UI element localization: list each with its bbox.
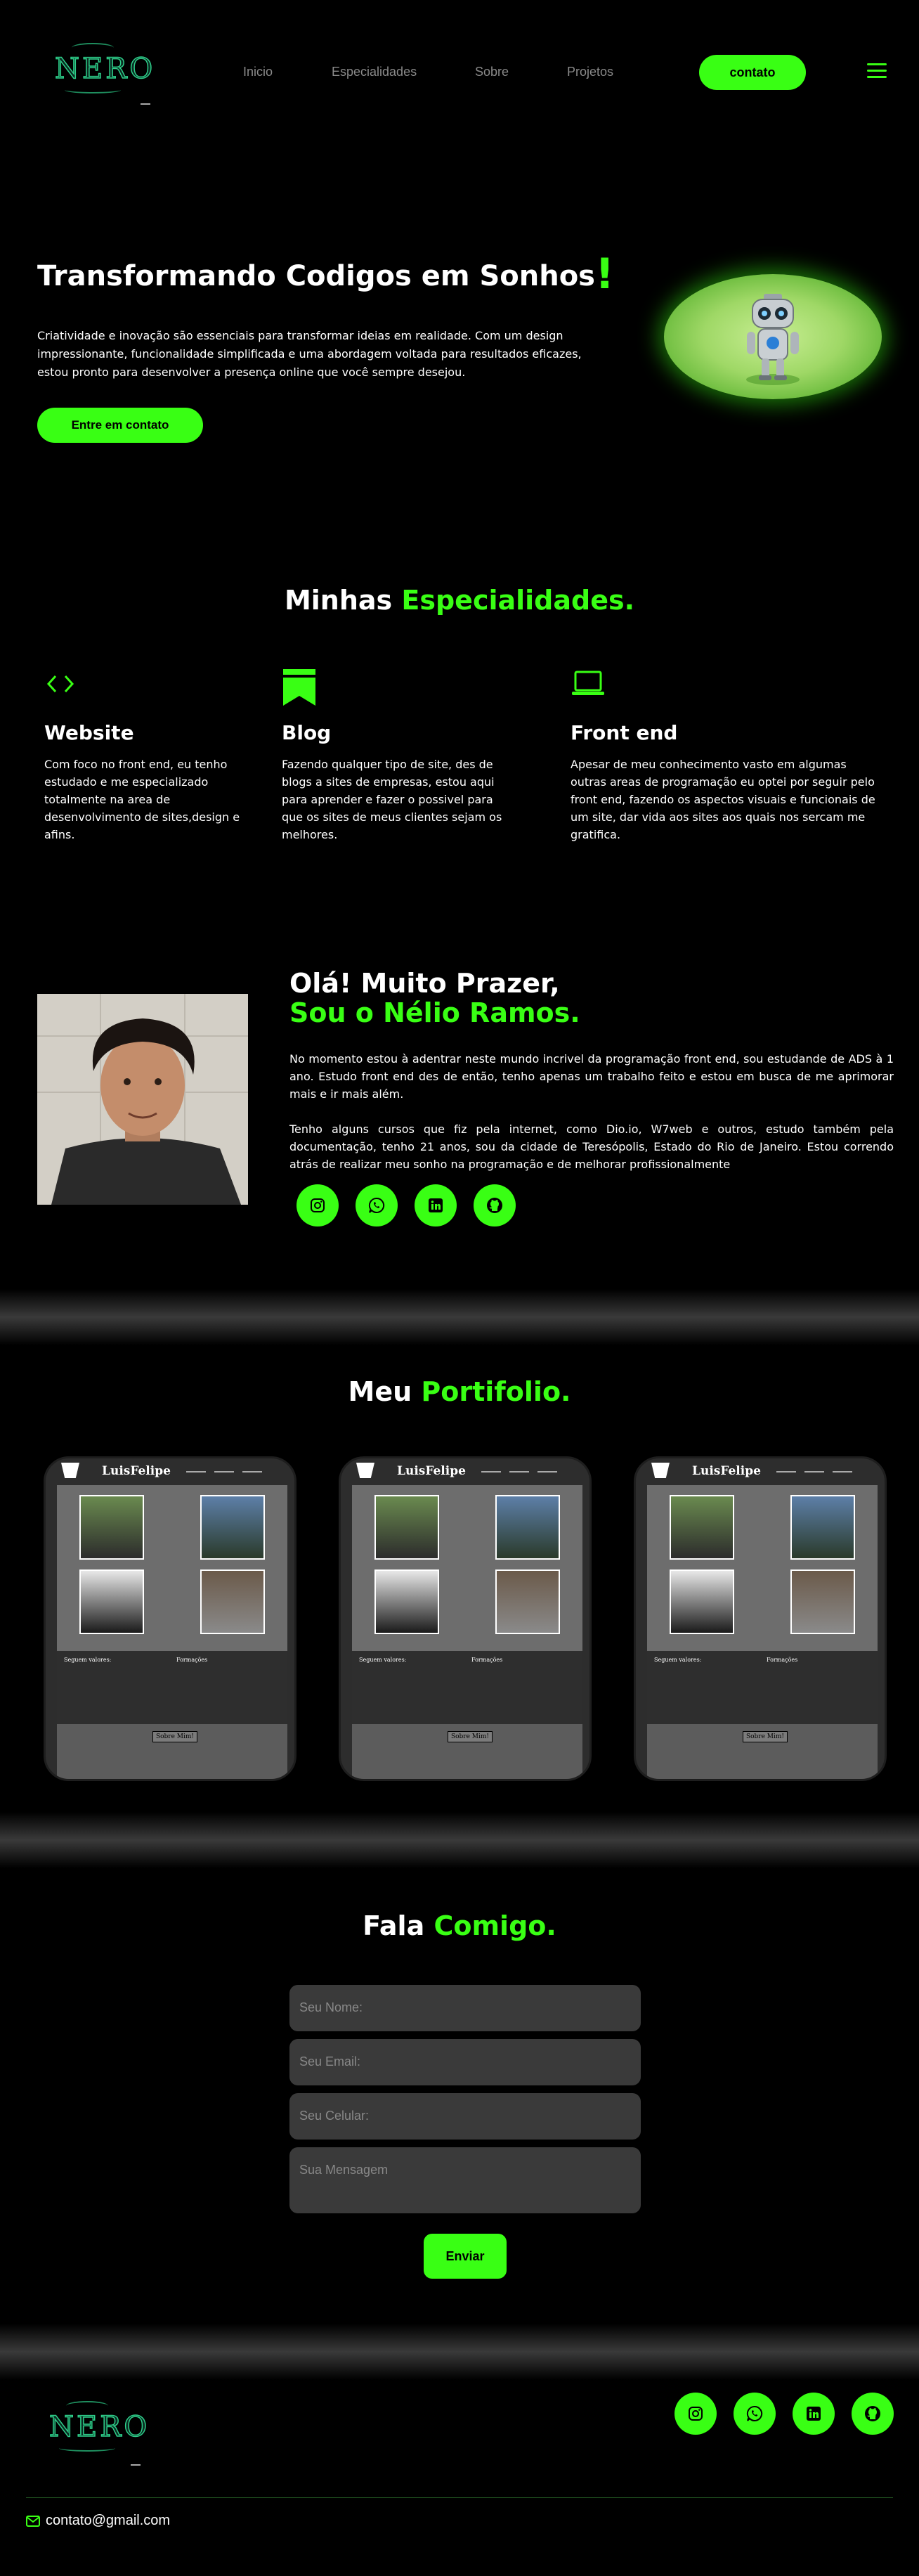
logo-ornament (65, 86, 121, 93)
logo-ornament (72, 43, 114, 53)
about-paragraph: No momento estou à adentrar neste mundo … (289, 1052, 894, 1101)
portfolio-gallery (57, 1485, 287, 1651)
contact-title: Fala Comigo. (363, 1910, 556, 1941)
bookmark-icon (282, 668, 507, 707)
section-divider (0, 1317, 919, 1345)
nav-sobre[interactable]: Sobre (475, 65, 509, 79)
about-title: Olá! Muito Prazer, Sou o Nélio Ramos. (289, 968, 580, 1028)
github-button[interactable] (474, 1184, 516, 1226)
github-icon (487, 1198, 502, 1213)
linkedin-icon (429, 1198, 443, 1212)
footer-instagram-button[interactable] (674, 2393, 717, 2435)
section-divider (0, 2352, 919, 2380)
portfolio-info: Seguem valores: Formações (352, 1651, 582, 1724)
instagram-button[interactable] (296, 1184, 339, 1226)
nav-especialidades[interactable]: Especialidades (332, 65, 417, 79)
logo-ornament (66, 2401, 108, 2411)
about-me-button: Sobre Mim! (743, 1731, 788, 1742)
hero-contact-button[interactable]: Entre em contato (37, 408, 203, 443)
portfolio-info: Seguem valores: Formações (647, 1651, 878, 1724)
contact-button[interactable]: contato (699, 55, 806, 90)
specialty-text: Com foco no front end, eu tenho estudado… (44, 758, 240, 841)
portfolio-title: Meu Portifolio. (348, 1376, 571, 1407)
portfolio-card[interactable]: LuisFelipe Seguem valores: Formações Sob… (339, 1456, 592, 1781)
section-divider (0, 1289, 919, 1317)
footer-linkedin-button[interactable] (793, 2393, 835, 2435)
portfolio-gallery (647, 1485, 878, 1651)
instagram-icon (311, 1198, 325, 1212)
about-me-button: Sobre Mim! (152, 1731, 197, 1742)
portfolio-footer: Sobre Mim! (647, 1724, 878, 1779)
email-field[interactable]: Seu Email: (289, 2039, 641, 2085)
whatsapp-icon (746, 2405, 763, 2421)
footer-github-button[interactable] (852, 2393, 894, 2435)
specialty-text: Fazendo qualquer tipo de site, des de bl… (282, 758, 502, 841)
whatsapp-button[interactable] (356, 1184, 398, 1226)
portfolio-card[interactable]: LuisFelipe Seguem valores: Formações Sob… (44, 1456, 296, 1781)
linkedin-button[interactable] (415, 1184, 457, 1226)
logo-underline (131, 2464, 141, 2466)
hero-description: Criatividade e inovação são essenciais p… (37, 329, 582, 379)
name-field[interactable]: Seu Nome: (289, 1985, 641, 2031)
hero-title: Transformando Codigos em Sonhos! (37, 250, 615, 299)
portfolio-gallery (352, 1485, 582, 1651)
laptop-icon (571, 668, 880, 707)
portfolio-card-title: LuisFelipe (692, 1464, 761, 1478)
robot-illustration (664, 274, 882, 399)
specialty-front-end: Front end Apesar de meu conhecimento vas… (571, 668, 880, 843)
nav-inicio[interactable]: Inicio (243, 65, 273, 79)
section-divider (0, 2324, 919, 2352)
profile-photo (37, 994, 248, 1205)
nav-projetos[interactable]: Projetos (567, 65, 613, 79)
portfolio-info: Seguem valores: Formações (57, 1651, 287, 1724)
instagram-icon (689, 2407, 703, 2421)
specialty-title: Website (44, 721, 134, 744)
specialty-title: Front end (571, 721, 678, 744)
specialty-blog: Blog Fazendo qualquer tipo de site, des … (282, 668, 507, 843)
github-icon (865, 2406, 880, 2421)
code-icon (44, 668, 255, 707)
hamburger-menu-icon[interactable] (867, 63, 887, 79)
logo-underline (141, 103, 150, 105)
specialty-title: Blog (282, 721, 332, 744)
section-divider (0, 1840, 919, 1868)
whatsapp-icon (368, 1197, 385, 1213)
barber-logo-icon (651, 1463, 670, 1478)
site-header: NERO Inicio Especialidades Sobre Projeto… (0, 0, 919, 141)
portfolio-footer: Sobre Mim! (352, 1724, 582, 1779)
portfolio-card-title: LuisFelipe (397, 1464, 466, 1478)
mail-icon (26, 2515, 40, 2527)
barber-logo-icon (356, 1463, 374, 1478)
portfolio-card-title: LuisFelipe (102, 1464, 171, 1478)
logo-text: NERO (54, 52, 156, 86)
phone-field[interactable]: Seu Celular: (289, 2093, 641, 2140)
footer-email-text: contato@gmail.com (46, 2513, 171, 2528)
nero-logo[interactable]: NERO (49, 39, 153, 105)
specialties-title: Minhas Especialidades. (284, 585, 635, 616)
robot-icon (746, 294, 800, 385)
specialty-website: Website Com foco no front end, eu tenho … (44, 668, 255, 843)
about-me-button: Sobre Mim! (448, 1731, 493, 1742)
barber-logo-icon (61, 1463, 79, 1478)
message-field[interactable]: Sua Mensagem (289, 2147, 641, 2213)
footer-logo[interactable]: NERO (44, 2397, 148, 2466)
footer-email[interactable]: contato@gmail.com (26, 2513, 170, 2529)
portfolio-card[interactable]: LuisFelipe Seguem valores: Formações Sob… (634, 1456, 887, 1781)
about-paragraph: Tenho alguns cursos que fiz pela interne… (289, 1122, 894, 1171)
section-divider (0, 1812, 919, 1840)
specialty-text: Apesar de meu conhecimento vasto em algu… (571, 758, 875, 841)
portfolio-footer: Sobre Mim! (57, 1724, 287, 1779)
footer-divider (26, 2497, 893, 2498)
logo-ornament (59, 2445, 115, 2452)
footer-whatsapp-button[interactable] (734, 2393, 776, 2435)
linkedin-icon (807, 2407, 821, 2421)
logo-text: NERO (48, 2410, 150, 2444)
send-button[interactable]: Enviar (424, 2234, 507, 2279)
